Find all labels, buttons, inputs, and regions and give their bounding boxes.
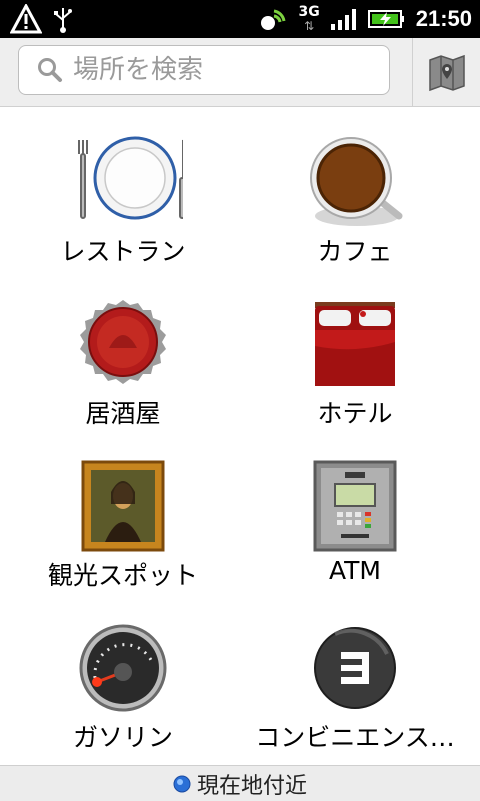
- search-input[interactable]: [71, 54, 375, 86]
- plate-icon: [78, 136, 183, 220]
- category-label: カフェ: [317, 237, 393, 266]
- category-label: 観光スポット: [47, 561, 198, 590]
- gps-signal-icon: [261, 9, 286, 30]
- search-bar: [0, 38, 480, 107]
- category-label: ガソリン: [72, 723, 173, 752]
- convenience-store-icon: [314, 627, 396, 709]
- category-label: ATM: [328, 556, 381, 585]
- category-hotel[interactable]: ホテル: [235, 278, 475, 440]
- category-gasoline[interactable]: ガソリン: [3, 602, 243, 764]
- category-label: レストラン: [60, 237, 186, 266]
- signal-strength-icon: [330, 9, 356, 30]
- atm-icon: [313, 460, 397, 552]
- category-restaurant[interactable]: レストラン: [3, 116, 243, 278]
- bed-icon: [315, 302, 395, 386]
- category-cafe[interactable]: カフェ: [235, 116, 475, 278]
- coffee-cup-icon: [310, 137, 403, 226]
- search-icon: [38, 58, 62, 82]
- category-label: ホテル: [317, 399, 393, 428]
- location-dot-icon: [173, 775, 191, 792]
- category-grid: レストラン カフェ 居酒屋 ホテル 観光スポット ATM ガソリン コンビニエン…: [0, 107, 480, 765]
- painting-icon: [81, 460, 165, 552]
- category-sightseeing[interactable]: 観光スポット: [3, 440, 243, 602]
- fuel-gauge-icon: [79, 624, 167, 712]
- map-icon: [429, 54, 465, 92]
- status-bar: 3G ⇅ 21:50: [0, 0, 480, 38]
- category-izakaya[interactable]: 居酒屋: [3, 278, 243, 440]
- category-convenience-store[interactable]: コンビニエンス…: [235, 602, 475, 764]
- search-box[interactable]: [18, 45, 390, 95]
- category-label: 居酒屋: [85, 399, 161, 428]
- map-button[interactable]: [412, 38, 480, 106]
- category-atm[interactable]: ATM: [235, 440, 475, 602]
- location-footer[interactable]: 現在地付近: [0, 765, 480, 801]
- network-type: 3G ⇅: [298, 5, 319, 33]
- footer-label: 現在地付近: [196, 773, 307, 799]
- network-label: 3G: [298, 4, 320, 20]
- battery-charging-icon: [367, 10, 404, 28]
- clock: 21:50: [415, 6, 472, 31]
- category-label: コンビニエンス…: [255, 723, 455, 752]
- bottle-cap-icon: [80, 300, 166, 384]
- data-arrows-icon: ⇅: [304, 19, 315, 33]
- usb-icon: [54, 8, 72, 33]
- warning-icon: [10, 4, 42, 34]
